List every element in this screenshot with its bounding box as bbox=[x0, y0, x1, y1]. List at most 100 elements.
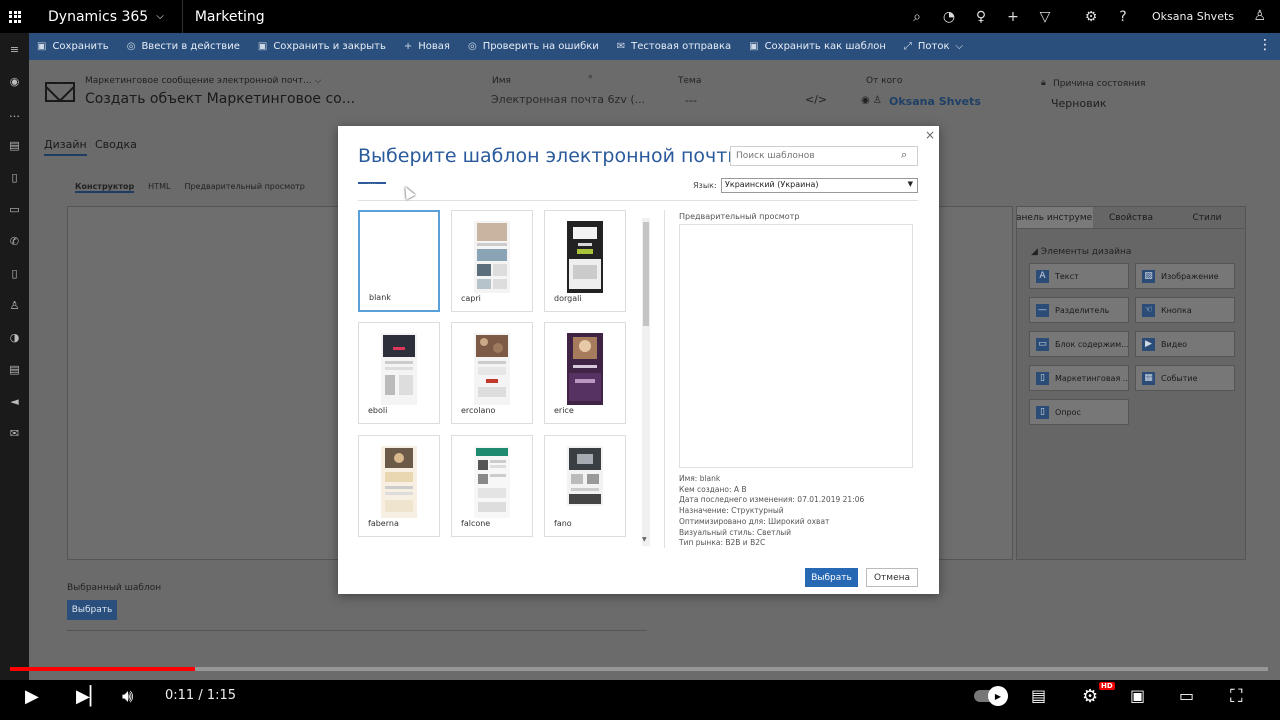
go-live-button[interactable]: ◎ Ввести в действие bbox=[127, 41, 240, 52]
template-thumbnail bbox=[474, 446, 510, 518]
subtab-html[interactable]: HTML bbox=[148, 182, 170, 193]
save-and-close-button[interactable]: ▣ Сохранить и закрыть bbox=[258, 41, 386, 52]
subtab-designer[interactable]: Конструктор bbox=[75, 182, 135, 193]
choose-template-button[interactable]: Выбрать bbox=[67, 600, 117, 620]
calendar-icon[interactable]: ▭ bbox=[0, 193, 29, 225]
template-metadata: Имя: blank Кем создано: A B Дата последн… bbox=[679, 474, 865, 548]
help-icon[interactable]: ? bbox=[1114, 8, 1132, 26]
from-field[interactable]: Oksana Shvets bbox=[889, 95, 981, 108]
design-elements-section[interactable]: ◢ Элементы дизайна bbox=[1031, 247, 1245, 257]
theater-mode-icon[interactable]: ▭ bbox=[1179, 686, 1194, 705]
left-navigation-rail: ≡ ◉ … ▤ ▯ ▭ ✆ ▯ ♙ ◑ ▤ ◄ ✉ bbox=[0, 33, 29, 680]
user-name[interactable]: Oksana Shvets bbox=[1152, 10, 1234, 23]
template-card-dorgali[interactable]: dorgali bbox=[544, 210, 626, 312]
app-launcher-icon[interactable] bbox=[0, 0, 30, 33]
check-errors-button[interactable]: ◎ Проверить на ошибки bbox=[468, 41, 599, 52]
event-icon: ▦ bbox=[1142, 371, 1155, 385]
scrollbar-thumb[interactable] bbox=[643, 222, 649, 326]
subtitles-icon[interactable]: ▤ bbox=[1031, 686, 1046, 705]
phone-icon[interactable]: ✆ bbox=[0, 225, 29, 257]
module-name: Marketing bbox=[194, 8, 265, 25]
test-send-button[interactable]: ✉ Тестовая отправка bbox=[617, 41, 731, 52]
hamburger-icon[interactable]: ≡ bbox=[0, 33, 29, 65]
megaphone-icon[interactable]: ◄ bbox=[0, 385, 29, 417]
scroll-down-icon[interactable]: ▼ bbox=[642, 536, 647, 543]
divider bbox=[664, 210, 665, 548]
template-search-input[interactable] bbox=[730, 146, 918, 166]
chevron-down-icon: ⌵ bbox=[156, 11, 164, 22]
form-icon[interactable]: ▤ bbox=[0, 353, 29, 385]
tab-design[interactable]: Дизайн bbox=[44, 138, 87, 156]
save-as-template-button[interactable]: ▣ Сохранить как шаблон bbox=[749, 41, 886, 52]
cancel-button[interactable]: Отмена bbox=[866, 568, 918, 587]
settings-gear-icon[interactable]: ⚙ bbox=[1082, 686, 1098, 707]
template-card-ercolano[interactable]: ercolano bbox=[451, 322, 533, 424]
lightbulb-icon[interactable]: ♀ bbox=[972, 8, 990, 26]
tab-properties[interactable]: Свойства bbox=[1093, 207, 1169, 228]
divider bbox=[358, 200, 918, 201]
gear-icon[interactable]: ⚙ bbox=[1082, 8, 1100, 26]
tool-survey[interactable]: ▯ Опрос bbox=[1029, 399, 1129, 425]
tab-summary[interactable]: Сводка bbox=[95, 138, 137, 151]
name-field[interactable]: Электронная почта 6zv (... bbox=[491, 93, 645, 106]
template-preview bbox=[679, 224, 913, 468]
search-icon[interactable]: ⌕ bbox=[901, 148, 907, 162]
close-icon[interactable]: × bbox=[925, 128, 935, 142]
tab-styles[interactable]: Стили bbox=[1169, 207, 1245, 228]
fullscreen-icon[interactable]: ⛶ bbox=[1230, 686, 1243, 707]
template-card-fano[interactable]: fano bbox=[544, 435, 626, 537]
tool-marketing-page[interactable]: ▯ Маркетинговая ... bbox=[1029, 365, 1129, 391]
template-thumbnail bbox=[474, 221, 510, 293]
email-icon[interactable]: ✉ bbox=[0, 417, 29, 449]
tool-text[interactable]: A Текст bbox=[1029, 263, 1129, 289]
template-card-capri[interactable]: capri bbox=[451, 210, 533, 312]
subtab-preview[interactable]: Предварительный просмотр bbox=[184, 182, 304, 193]
subject-field[interactable]: --- bbox=[685, 94, 697, 107]
plus-icon[interactable]: + bbox=[1004, 8, 1022, 26]
tool-button[interactable]: ☜ Кнопка bbox=[1135, 297, 1235, 323]
video-progress-bar[interactable] bbox=[10, 667, 1268, 671]
document-icon[interactable]: ▯ bbox=[0, 161, 29, 193]
language-select[interactable]: Украинский (Украина) ▼ bbox=[721, 178, 918, 193]
more-commands-icon[interactable]: ⋮ bbox=[1258, 37, 1272, 53]
next-icon[interactable]: ▶▏ bbox=[76, 686, 104, 707]
flow-button[interactable]: ⤢ Поток ⌵ bbox=[904, 41, 963, 52]
marketing-page-icon: ▯ bbox=[1036, 371, 1049, 385]
video-time: 0:11 / 1:15 bbox=[165, 688, 237, 703]
user-icon[interactable]: ♙ bbox=[1253, 8, 1266, 24]
save-button[interactable]: ▣ Сохранить bbox=[37, 41, 109, 52]
play-icon[interactable]: ▶ bbox=[25, 686, 39, 707]
flow-icon: ⤢ bbox=[903, 41, 912, 52]
tool-content-block[interactable]: ▭ Блок содержим... bbox=[1029, 331, 1129, 357]
template-thumbnail bbox=[567, 333, 603, 405]
new-button[interactable]: + Новая bbox=[404, 41, 450, 52]
filter-tab[interactable]: .... bbox=[367, 178, 376, 186]
entity-type[interactable]: Маркетинговое сообщение электронной почт… bbox=[85, 76, 321, 86]
template-card-blank[interactable]: blank bbox=[358, 210, 440, 312]
miniplayer-icon[interactable]: ▣ bbox=[1130, 686, 1145, 705]
tab-toolbox[interactable]: Панель инструме... bbox=[1017, 207, 1093, 228]
template-card-faberna[interactable]: faberna bbox=[358, 435, 440, 537]
tool-image[interactable]: ▨ Изображение bbox=[1135, 263, 1235, 289]
template-card-falcone[interactable]: falcone bbox=[451, 435, 533, 537]
select-button[interactable]: Выбрать bbox=[805, 568, 858, 587]
code-icon[interactable]: </> bbox=[805, 93, 827, 106]
tool-divider[interactable]: — Разделитель bbox=[1029, 297, 1129, 323]
more-icon[interactable]: … bbox=[0, 97, 29, 129]
task-icon[interactable]: ◔ bbox=[940, 8, 958, 26]
tool-event[interactable]: ▦ Событие bbox=[1135, 365, 1235, 391]
search-icon[interactable]: ⌕ bbox=[908, 8, 926, 26]
template-thumbnail bbox=[567, 446, 603, 506]
contact-icon[interactable]: ♙ bbox=[0, 289, 29, 321]
template-card-eboli[interactable]: eboli bbox=[358, 322, 440, 424]
pin-icon[interactable]: ◉ bbox=[0, 65, 29, 97]
from-user-icon: ◉ ♙ bbox=[861, 95, 882, 106]
clipboard-icon[interactable]: ▯ bbox=[0, 257, 29, 289]
filter-icon[interactable]: ▽ bbox=[1036, 8, 1054, 26]
app-name[interactable]: Dynamics 365 ⌵ bbox=[30, 0, 183, 33]
template-card-erice[interactable]: erice bbox=[544, 322, 626, 424]
volume-icon[interactable]: 🔊︎ bbox=[122, 686, 133, 707]
segment-icon[interactable]: ◑ bbox=[0, 321, 29, 353]
tool-video[interactable]: ▶ Видео bbox=[1135, 331, 1235, 357]
dashboard-icon[interactable]: ▤ bbox=[0, 129, 29, 161]
